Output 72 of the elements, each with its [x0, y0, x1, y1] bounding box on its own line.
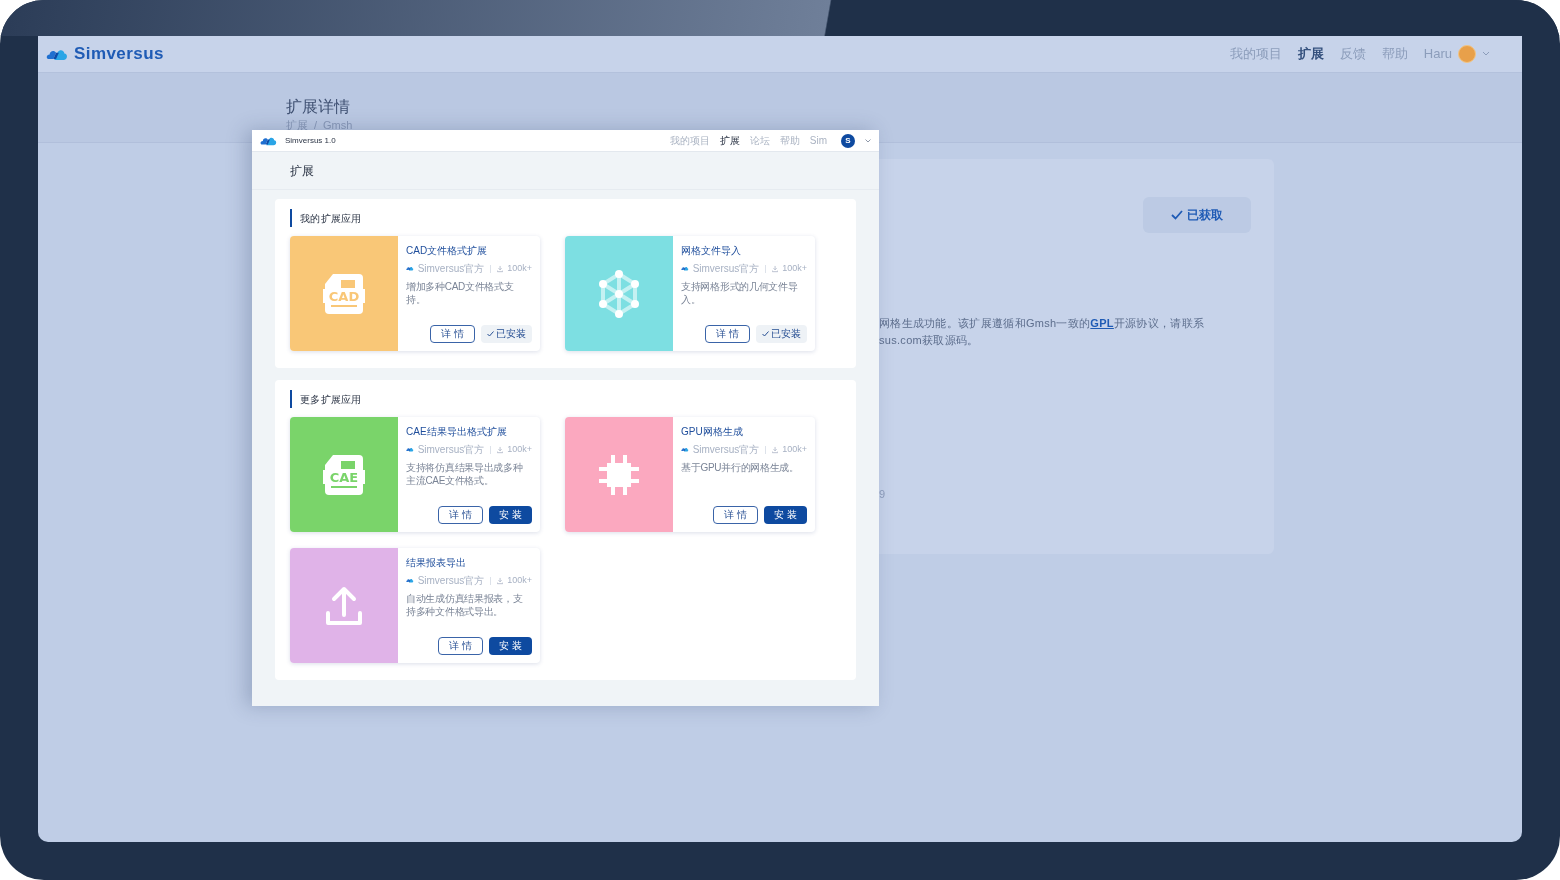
download-count: 100k+ [782, 442, 807, 456]
details-button[interactable]: 详 情 [713, 506, 759, 524]
breadcrumb-separator: / [314, 118, 318, 133]
section-marker [290, 390, 292, 408]
section-title: 我的扩展应用 [300, 211, 362, 226]
details-button[interactable]: 详 情 [438, 506, 484, 524]
download-count: 100k+ [507, 442, 532, 456]
install-button[interactable]: 安 装 [489, 637, 532, 655]
install-button[interactable]: 安 装 [764, 506, 807, 524]
extension-card[interactable]: 结果报表导出 Simversus官方 100k+ 自动生成仿真结果报表，支持多种文件格式导出。 详 情 安 装 [290, 548, 540, 663]
nav-link[interactable]: 扩展 [719, 133, 740, 148]
install-button[interactable]: 安 装 [489, 506, 532, 524]
details-button[interactable]: 详 情 [430, 325, 475, 343]
details-button[interactable]: 详 情 [438, 637, 484, 655]
logo-icon [406, 446, 414, 453]
check-icon [762, 331, 769, 337]
extension-card[interactable]: 网格文件导入 Simversus官方 100k+ 支持网格形式的几何文件导入。 详 情 已安装 [565, 236, 815, 351]
download-icon [497, 576, 504, 585]
download-icon [772, 264, 779, 273]
extension-description: 自动生成仿真结果报表，支持多种文件格式导出。 [406, 592, 524, 618]
acquired-button[interactable]: 已获取 [1143, 197, 1251, 233]
details-button[interactable]: 详 情 [705, 325, 750, 343]
logo-text[interactable]: Simversus [74, 41, 164, 67]
license-link[interactable]: GPL [1090, 317, 1114, 329]
check-icon [1171, 210, 1183, 220]
avatar[interactable] [1458, 45, 1476, 63]
download-icon [497, 264, 504, 273]
description-line: sus.com获取源码。 [879, 333, 980, 348]
extension-description: 支持网格形式的几何文件导入。 [681, 280, 799, 306]
dialog-page-title: 扩展 [290, 162, 314, 180]
extension-card[interactable]: CAE CAE结果导出格式扩展 Simversus官方 100k+ 支持将仿真结果导出成多种主流CAE文件格式。 详 情 安 装 [290, 417, 540, 532]
caret-icon[interactable] [1482, 51, 1490, 57]
section-title: 更多扩展应用 [300, 392, 362, 407]
description-line: 网格生成功能。该扩展遵循和Gmsh一致的GPL开源协议，请联系 [879, 316, 1206, 331]
caret-icon[interactable] [865, 138, 871, 143]
publisher: Simversus官方 [417, 262, 485, 276]
chip-icon [597, 452, 641, 497]
publisher: Simversus官方 [692, 262, 760, 276]
logo-icon [406, 265, 414, 272]
extension-name: CAE结果导出格式扩展 [406, 425, 508, 438]
document-icon: CAD [323, 271, 365, 316]
logo-icon [406, 577, 414, 584]
dialog-app-name[interactable]: Simversus 1.0 [285, 134, 336, 147]
download-count: 100k+ [782, 261, 807, 275]
extension-name: CAD文件格式扩展 [406, 244, 489, 257]
extension-description: 基于GPU并行的网格生成。 [681, 461, 800, 474]
check-icon [487, 331, 494, 337]
installed-button[interactable]: 已安装 [481, 325, 532, 343]
download-icon [772, 445, 779, 454]
download-count: 100k+ [507, 261, 532, 275]
extension-name: GPU网格生成 [681, 425, 744, 438]
download-count: 100k+ [507, 573, 532, 587]
logo-icon [681, 446, 689, 453]
publisher: Simversus官方 [692, 443, 760, 457]
publisher: Simversus官方 [417, 574, 485, 588]
document-icon: CAE [323, 452, 365, 497]
extension-description: 增加多种CAD文件格式支持。 [406, 280, 515, 306]
extension-name: 网格文件导入 [681, 244, 742, 257]
logo-icon [681, 265, 689, 272]
installed-button[interactable]: 已安装 [756, 325, 807, 343]
publisher: Simversus官方 [417, 443, 485, 457]
extension-name: 结果报表导出 [406, 556, 467, 569]
avatar[interactable]: S [841, 133, 855, 148]
extension-description: 支持将仿真结果导出成多种主流CAE文件格式。 [406, 461, 524, 487]
mesh-icon [597, 269, 641, 318]
upload-icon [324, 584, 364, 627]
extension-card[interactable]: GPU网格生成 Simversus官方 100k+ 基于GPU并行的网格生成。 详 情 安 装 [565, 417, 815, 532]
page-title: 扩展详情 [286, 97, 351, 117]
download-icon [497, 445, 504, 454]
section-marker [290, 209, 292, 227]
nav-link[interactable]: 扩展 [1297, 44, 1324, 64]
extension-card[interactable]: CAD CAD文件格式扩展 Simversus官方 100k+ 增加多种CAD文件格式支持。 详 情 已安装 [290, 236, 540, 351]
